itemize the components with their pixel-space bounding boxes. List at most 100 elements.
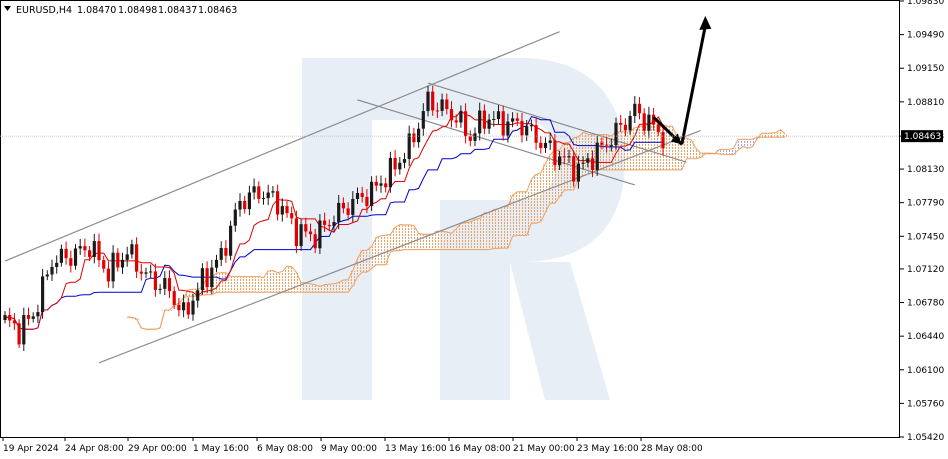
cloud-segment [749, 139, 755, 147]
cloud-segment [496, 208, 501, 249]
candle-body [332, 222, 336, 227]
cloud-segment [256, 276, 262, 293]
candle-body [525, 126, 529, 136]
candle-body [487, 119, 491, 129]
cloud-segment [416, 233, 421, 250]
candle-body [158, 288, 162, 290]
cloud-segment [472, 219, 478, 250]
cloud-segment [726, 149, 732, 155]
candle-body [78, 246, 82, 249]
candle-body [229, 225, 233, 256]
y-tick-label: 1.06100 [907, 366, 944, 376]
candle-body [285, 206, 289, 214]
candle-body [482, 110, 486, 129]
candle-body [22, 315, 26, 345]
cloud-segment [232, 276, 238, 293]
candle-body [435, 110, 439, 112]
cloud-segment [308, 283, 313, 293]
chart-header: EURUSD,H4 1.08470 1.08498 1.08437 1.0846… [4, 5, 237, 16]
candle-body [553, 140, 557, 166]
y-tick-label: 1.07120 [907, 265, 944, 275]
cloud-segment [355, 258, 360, 277]
candle-body [426, 91, 430, 112]
candle-body [238, 200, 242, 210]
candle-body [41, 276, 45, 313]
candle [41, 268, 45, 319]
candle-body [327, 224, 331, 227]
cloud-segment [458, 223, 464, 250]
candle-body [374, 181, 378, 186]
candle-body [478, 110, 482, 134]
x-tick-label: 16 May 08:00 [449, 444, 511, 454]
candle-body [31, 316, 35, 319]
cloud-segment [312, 284, 318, 293]
candle-body [576, 163, 580, 182]
x-tick-label: 19 Apr 2024 [3, 444, 59, 454]
candle-body [388, 157, 392, 188]
cloud-segment [764, 133, 769, 138]
low-value: 1.08437 [158, 5, 197, 16]
cloud-segment [214, 273, 219, 293]
candle-body [355, 193, 360, 199]
candle-body [402, 159, 407, 163]
candle-body [600, 142, 604, 145]
candle-body [459, 111, 463, 123]
x-tick-label: 1 May 16:00 [193, 444, 249, 454]
cloud-segment [529, 179, 534, 224]
cloud-segment [538, 173, 544, 222]
high-value: 1.08498 [118, 5, 157, 16]
x-tick-label: 9 May 00:00 [321, 444, 377, 454]
candle-body [290, 213, 294, 219]
cloud-segment [444, 231, 450, 250]
candle-body [609, 145, 613, 147]
cloud-segment [364, 250, 370, 273]
candle-body [614, 122, 618, 146]
candle-body [191, 300, 195, 315]
candle-body [8, 315, 12, 321]
candle-body [83, 246, 87, 251]
candle-body [153, 271, 157, 290]
close-value: 1.08463 [198, 5, 237, 16]
candle-body [97, 241, 101, 261]
candle-body [125, 254, 129, 260]
candle-body [647, 114, 651, 131]
cloud-segment [242, 276, 248, 293]
y-tick-label: 1.05420 [907, 433, 944, 443]
candle-body [313, 234, 317, 249]
x-tick-label: 23 May 16:00 [577, 444, 639, 454]
candle [229, 220, 233, 261]
candle-body [64, 248, 68, 259]
candle-body [111, 252, 115, 282]
cloud-segment [218, 272, 224, 293]
candle-body [492, 119, 496, 121]
candle-body [572, 156, 576, 182]
candle-body [642, 113, 646, 131]
candle-body [454, 120, 458, 123]
cloud-segment [477, 218, 483, 250]
y-tick-label: 1.09490 [907, 31, 944, 41]
cloud-segment [566, 142, 572, 190]
candle-body [543, 142, 548, 148]
candle-body [214, 259, 219, 268]
candle-body [346, 208, 350, 215]
candle-body [501, 111, 505, 136]
candle-body [633, 103, 637, 116]
y-tick-label: 1.07450 [907, 232, 944, 242]
candle-body [337, 202, 341, 223]
candle-body [88, 250, 92, 257]
candle-body [440, 99, 444, 111]
current-price-tag: 1.08463 [901, 130, 943, 143]
cloud-segment [284, 266, 290, 293]
candle-body [299, 224, 303, 247]
cloud-segment [618, 131, 624, 170]
candle-body [605, 144, 609, 146]
candle-body [92, 241, 96, 257]
candle-body [473, 133, 477, 141]
cloud-segment [228, 276, 233, 293]
candle-body [628, 115, 632, 131]
cloud-segment [543, 163, 548, 212]
cloud-segment [435, 230, 440, 250]
cloud-segment [514, 191, 520, 236]
candle-body [431, 91, 435, 111]
open-value: 1.08470 [77, 5, 116, 16]
